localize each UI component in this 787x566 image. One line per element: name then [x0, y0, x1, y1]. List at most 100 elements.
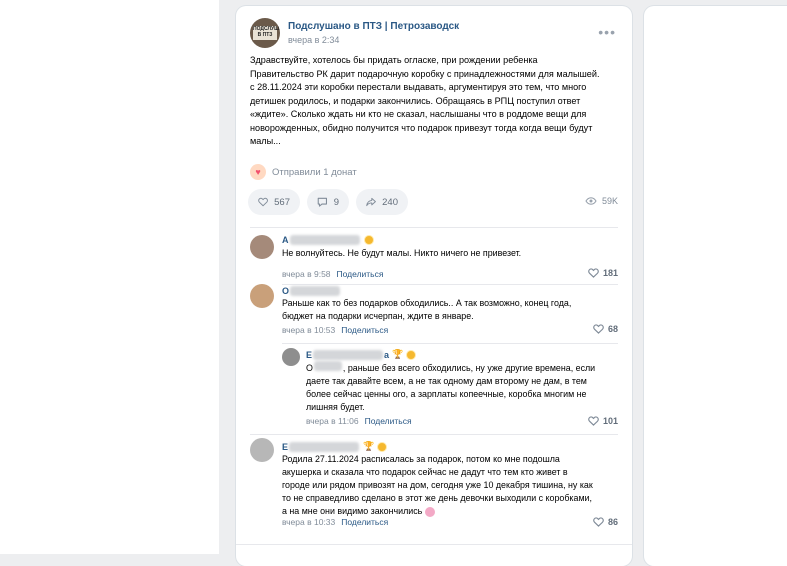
- commenter-avatar[interactable]: [250, 235, 274, 259]
- like-count: 567: [274, 196, 290, 208]
- comment-text-line-last: а на мне они видимо закончились: [282, 506, 423, 516]
- heart-icon: [588, 268, 599, 278]
- views-count: 59K: [601, 196, 618, 206]
- divider: [282, 343, 618, 344]
- heart-icon: [593, 517, 604, 527]
- group-avatar-caption: ПОДСЛУШАНО В ПТЗ: [253, 26, 280, 40]
- commenter-initial: О: [282, 286, 290, 296]
- donate-row[interactable]: ♥ Отправили 1 донат: [250, 163, 357, 181]
- commenter-avatar[interactable]: [250, 438, 274, 462]
- comment-meta: вчера в 10:53 Поделиться: [282, 325, 388, 335]
- commenter-initial: Е: [306, 349, 313, 360]
- commenter-avatar[interactable]: [250, 284, 274, 308]
- reply-mention-initial[interactable]: О: [306, 363, 313, 373]
- left-sidebar: [0, 0, 219, 554]
- post-text-line: «ждите». Сколько ждать ни кто не сказал,…: [250, 109, 587, 119]
- emoji-icon: [424, 506, 435, 517]
- hidden-name: [289, 441, 360, 452]
- comment-text: Раньше как то без подарков обходились.. …: [282, 297, 571, 323]
- hidden-name: [289, 235, 360, 245]
- comment-like-count: 86: [607, 517, 618, 527]
- donor-badge-icon: [377, 441, 388, 452]
- comment-icon: [317, 197, 328, 207]
- comment-share-link[interactable]: Поделиться: [341, 517, 388, 527]
- divider: [282, 284, 618, 285]
- comment-text-line: акушерка и сказала что подарок сейчас не…: [282, 467, 568, 477]
- like-button[interactable]: 567: [248, 189, 300, 215]
- group-name-link[interactable]: Подслушано в ПТЗ | Петрозаводск: [288, 21, 459, 32]
- commenter-name-suffix: а: [384, 349, 390, 360]
- comment-like-button[interactable]: 181: [588, 268, 618, 278]
- donate-heart-icon: ♥: [250, 164, 266, 180]
- group-avatar[interactable]: ПОДСЛУШАНО В ПТЗ: [250, 18, 280, 48]
- heart-icon: [258, 197, 268, 207]
- divider: [250, 434, 618, 435]
- post-text-line: новорожденных, обидно получится что пода…: [250, 122, 593, 133]
- views-counter: 59K: [585, 196, 618, 206]
- comment-text: О , раньше без всего обходились, ну уже д…: [306, 361, 595, 414]
- share-icon: [366, 197, 376, 207]
- comment-share-link[interactable]: Поделиться: [365, 416, 412, 426]
- comment-text-line: городе или рядом привозят на дом, сегодн…: [282, 480, 593, 490]
- post-text-line: Правительство РК дарит подарочную коробк…: [250, 68, 600, 79]
- comment-time[interactable]: вчера в 9:58: [282, 269, 331, 279]
- comment-text: Родила 27.11.2024 расписалась за подарок…: [282, 453, 593, 518]
- post-text-line: малы...: [250, 136, 281, 146]
- comment-like-button[interactable]: 68: [593, 324, 618, 334]
- comment-text-line: то не справедливо сделано в этот же день…: [282, 493, 592, 503]
- comment-text-line-rest: , раньше без всего обходились, ну уже др…: [342, 363, 596, 373]
- comment-meta: вчера в 11:06 Поделиться: [306, 416, 412, 426]
- comment-like-count: 101: [602, 416, 618, 426]
- comment-text-line: лишняя будет.: [306, 402, 365, 412]
- comment-text: Не волнуйтесь. Не будут малы. Никто ниче…: [282, 247, 521, 260]
- left-gap: [219, 0, 229, 554]
- post-text-line: Здравствуйте, хотелось бы придать огласк…: [250, 55, 538, 65]
- comment-text-line: Родила 27.11.2024 расписалась за подарок…: [282, 454, 560, 464]
- commenter-initial: Е: [282, 441, 289, 452]
- commenter-name[interactable]: О: [282, 286, 341, 296]
- commenter-avatar[interactable]: [282, 348, 300, 366]
- comment-time[interactable]: вчера в 11:06: [306, 416, 359, 426]
- commenter-name[interactable]: Еа 🏆: [306, 349, 417, 360]
- comment-text-line: Не волнуйтесь. Не будут малы. Никто ниче…: [282, 248, 522, 258]
- comment-text-line: даете так давайте всем, а не так одному …: [306, 376, 587, 386]
- comment-text-line: Раньше как то без подарков обходились.. …: [282, 298, 572, 308]
- divider: [250, 227, 618, 228]
- heart-icon: [588, 416, 599, 426]
- comment-share-link[interactable]: Поделиться: [337, 269, 384, 279]
- commenter-name[interactable]: Е 🏆: [282, 441, 388, 452]
- post-time[interactable]: вчера в 2:34: [288, 35, 339, 45]
- donor-badge-icon: [406, 349, 417, 360]
- post-text-line: детишек родилось, и подарки закончились.…: [250, 95, 581, 106]
- divider: [236, 544, 632, 545]
- comment-text-line: бюджет на подарки исчерпан, ждите в янва…: [282, 311, 474, 321]
- comment-share-link[interactable]: Поделиться: [341, 325, 388, 335]
- comment-like-button[interactable]: 101: [588, 416, 618, 426]
- post-text-line: с 28.11.2024 эти коробки перестали выдав…: [250, 82, 587, 92]
- heart-icon: [593, 324, 604, 334]
- donate-text: Отправили 1 донат: [272, 166, 357, 178]
- comment-count: 9: [333, 196, 339, 208]
- trophy-icon: 🏆: [363, 441, 375, 451]
- right-column-card: [644, 6, 787, 566]
- more-options-icon[interactable]: •••: [598, 24, 616, 40]
- comment-text-line: О , раньше без всего обходились, ну уже д…: [306, 361, 595, 375]
- post-text: Здравствуйте, хотелось бы придать огласк…: [250, 54, 625, 149]
- trophy-icon: 🏆: [392, 349, 404, 359]
- commenter-initial: А: [282, 235, 289, 245]
- comment-meta: вчера в 10:33 Поделиться: [282, 517, 388, 527]
- post-card: ПОДСЛУШАНО В ПТЗ Подслушано в ПТЗ | Петр…: [236, 6, 632, 566]
- eye-icon: [585, 197, 597, 205]
- hidden-name: [313, 349, 384, 360]
- comment-text-line: более сейчас ценны ого, а зарплаты копее…: [306, 389, 587, 399]
- hidden-name: [290, 286, 341, 296]
- comment-button[interactable]: 9: [307, 189, 349, 215]
- comment-like-button[interactable]: 86: [593, 517, 618, 527]
- donor-badge-icon: [363, 235, 374, 245]
- comment-time[interactable]: вчера в 10:53: [282, 325, 335, 335]
- comment-meta: вчера в 9:58 Поделиться: [282, 269, 383, 279]
- comment-time[interactable]: вчера в 10:33: [282, 517, 335, 527]
- commenter-name[interactable]: А: [282, 235, 374, 245]
- share-button[interactable]: 240: [356, 189, 408, 215]
- comment-like-count: 68: [607, 324, 618, 334]
